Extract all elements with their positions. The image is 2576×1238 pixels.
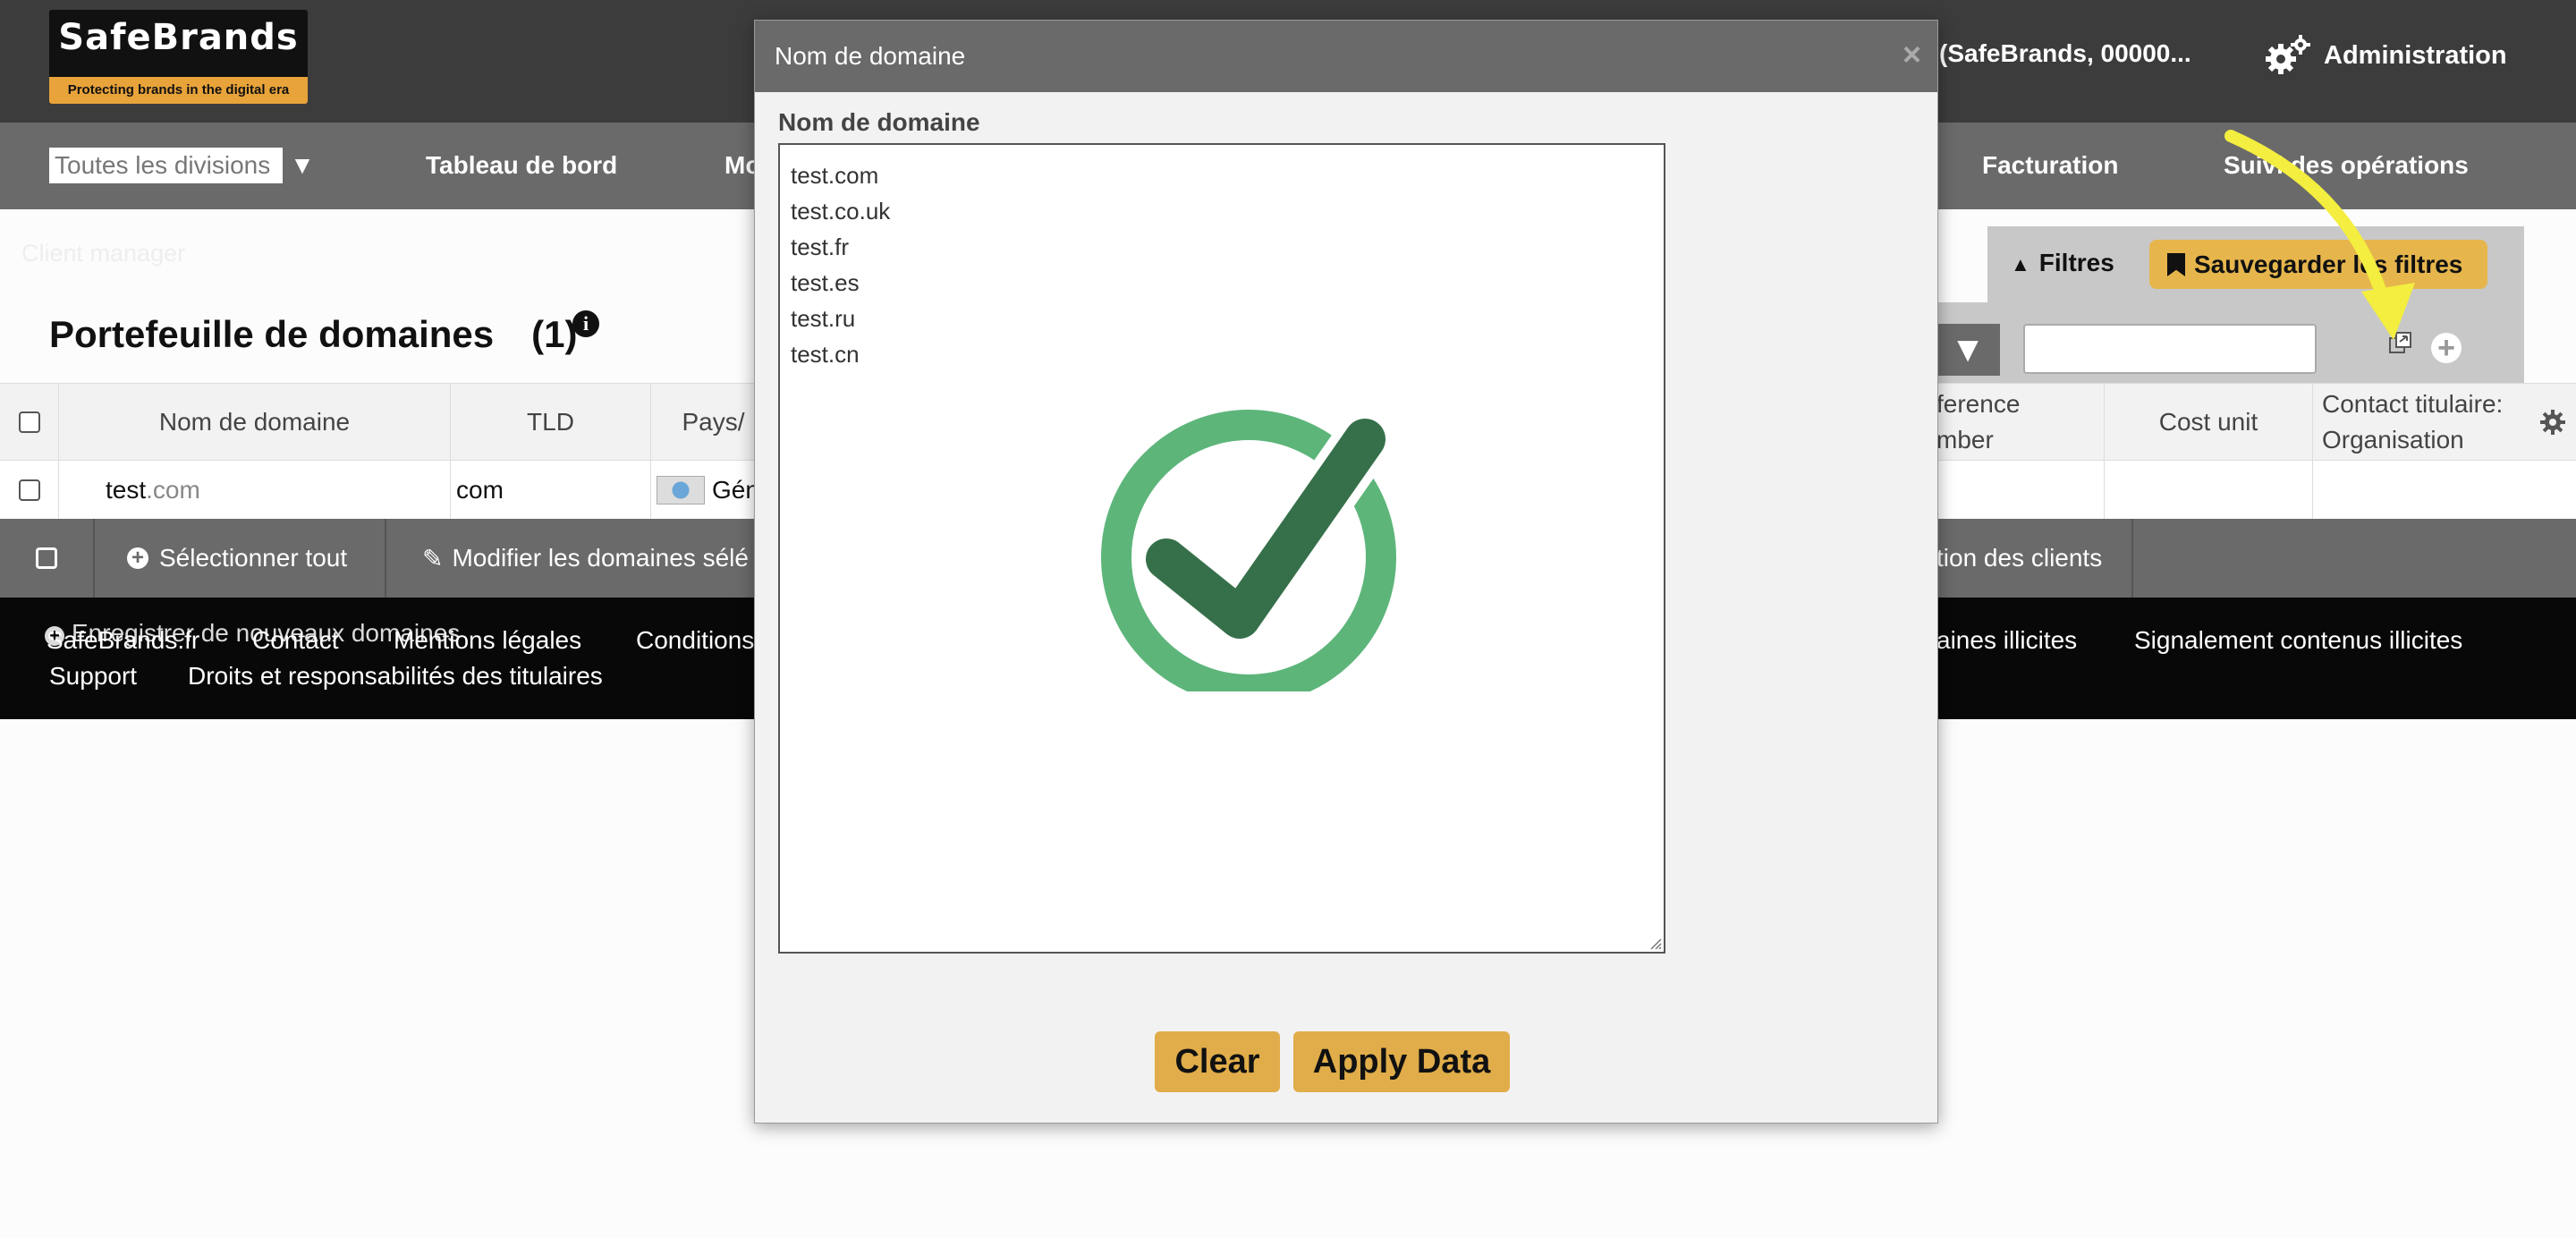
select-all-label: Sélectionner tout [159,544,348,572]
pencil-icon: ✎ [422,544,444,572]
row-checkbox-cell [0,461,59,520]
logo-tagline: Protecting brands in the digital era [49,77,308,104]
clear-button[interactable]: Clear [1155,1031,1280,1092]
header-checkbox-cell [0,384,59,461]
select-all-button[interactable]: + Sélectionner tout [95,519,386,598]
info-icon[interactable]: i [572,310,599,337]
modal-title: Nom de domaine [775,42,966,70]
footer-link-conditions[interactable]: Conditions [636,626,754,655]
filters-toggle-label: Filtres [2038,249,2114,276]
column-header-domain[interactable]: Nom de domaine [59,384,451,461]
close-icon[interactable]: × [1902,38,1921,71]
resize-handle-icon[interactable] [1648,936,1662,950]
division-select[interactable]: Toutes les divisions [49,148,322,183]
textarea-line: test.com [791,162,879,189]
tld-cell: com [451,461,651,520]
domain-label: test [106,476,147,504]
modify-selected-label: Modifier les domaines sélé [452,544,749,572]
column-header-tld[interactable]: TLD [451,384,651,461]
modify-selected-button[interactable]: ✎ Modifier les domaines sélé [386,519,762,598]
footer-link-holder-rights[interactable]: Droits et responsabilités des titulaires [188,662,603,691]
domain-name-modal: Nom de domaine × Nom de domaine test.com… [754,20,1938,1124]
chevron-down-icon[interactable]: ▼ [283,148,322,183]
clients-action-label: tion des clients [1936,544,2103,572]
success-checkmark-icon [1101,410,1396,691]
breadcrumb[interactable]: Client manager [21,240,185,267]
domain-extension: .com [146,476,200,504]
footer-link-illicit-domains[interactable]: aines illicites [1936,626,2077,655]
apply-data-button[interactable]: Apply Data [1293,1031,1510,1092]
annotation-arrow-icon [2224,130,2415,340]
plus-circle-icon: + [45,626,64,646]
modal-header: Nom de domaine × [755,21,1937,92]
page-title: Portefeuille de domaines (1) [49,313,577,356]
page-title-text: Portefeuille de domaines [49,313,495,355]
domain-name-cell[interactable]: test .com [59,461,451,520]
clients-action-button[interactable]: tion des clients [1936,519,2133,598]
textarea-line: test.cn [791,341,860,368]
nav-item-dashboard[interactable]: Tableau de bord [426,151,617,180]
triangle-up-icon: ▲ [2011,253,2030,276]
holder-org-cell [2313,461,2576,520]
select-all-checkbox[interactable] [18,411,40,433]
bookmark-icon [2167,253,2185,276]
footer-link-support[interactable]: Support [49,662,137,691]
logo-name: SafeBrands [58,17,299,58]
plus-circle-icon: + [127,547,148,569]
filter-field-select[interactable]: ▼ [1936,324,2000,376]
administration-label: Administration [2324,40,2507,70]
cost-unit-cell [2105,461,2313,520]
row-checkbox[interactable] [18,479,40,501]
globe-icon [657,476,705,505]
footer-link-illicit-content[interactable]: Signalement contenus illicites [2134,626,2462,655]
column-header-reference[interactable]: ference mber [1936,384,2105,461]
administration-menu[interactable]: Administration [2265,34,2507,77]
safebrands-logo[interactable]: SafeBrands Protecting brands in the digi… [49,10,308,104]
domain-count: (1) [531,313,578,355]
column-header-holder-org[interactable]: Contact titulaire: Organisation [2313,384,2528,461]
column-header-cost-unit[interactable]: Cost unit [2105,384,2313,461]
gears-icon [2266,35,2310,74]
column-settings-icon[interactable] [2538,408,2567,437]
toggle-selection-button[interactable] [0,519,95,598]
nav-item-billing[interactable]: Facturation [1982,151,2118,180]
user-account-label[interactable]: (SafeBrands, 00000... [1939,39,2191,68]
domain-field-label: Nom de domaine [778,108,980,136]
register-new-domains-link[interactable]: + Enregistrer de nouveaux domaines [45,619,460,648]
textarea-line: test.ru [791,305,856,332]
textarea-line: test.fr [791,233,850,260]
checkbox-icon [36,547,57,569]
register-new-domains-label: Enregistrer de nouveaux domaines [72,619,461,647]
filters-toggle[interactable]: ▲ Filtres [2011,249,2114,277]
reference-cell [1936,461,2105,520]
add-filter-icon[interactable]: + [2431,333,2462,363]
textarea-line: test.es [791,269,860,296]
textarea-line: test.co.uk [791,198,891,225]
